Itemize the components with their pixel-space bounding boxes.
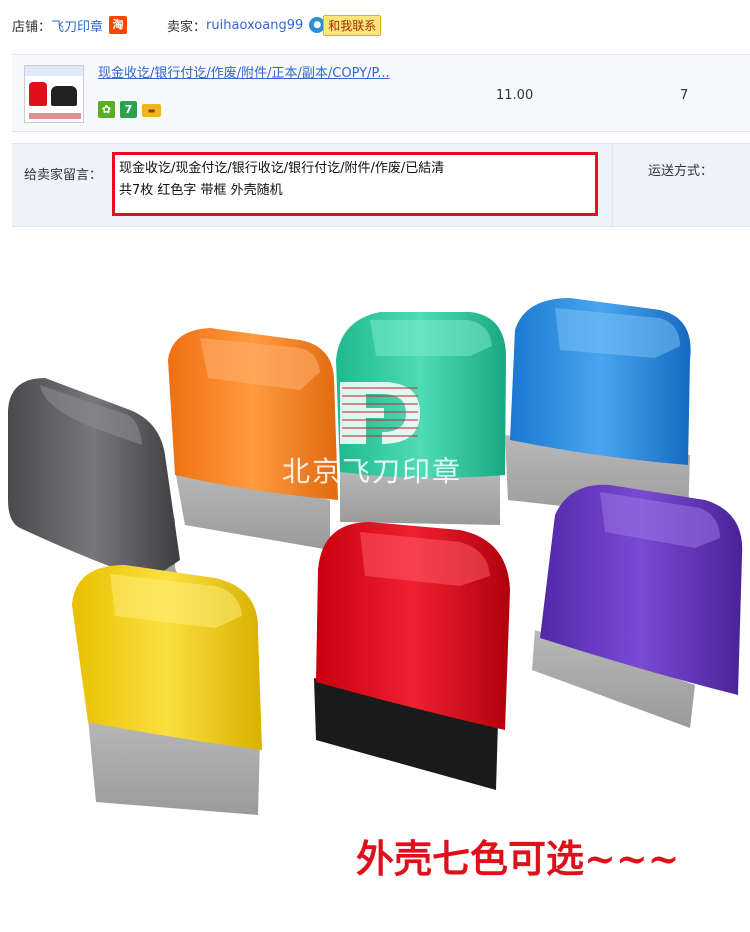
message-line-2: 共7枚 红色字 带框 外壳随机 xyxy=(119,183,283,198)
thumbnail-header xyxy=(25,66,83,76)
seller-message-row: 给卖家留言： 现金收讫/现金付讫/银行收讫/银行付讫/附件/作废/已結清 共7枚… xyxy=(12,143,750,228)
message-label: 给卖家留言： xyxy=(24,168,103,183)
contact-seller-button[interactable]: ● 和我联系 xyxy=(309,14,382,36)
thumbnail-caption xyxy=(29,113,81,119)
red-stamp xyxy=(314,522,510,790)
item-price: 11.00 xyxy=(496,88,534,103)
seller-name-link[interactable]: ruihaoxoang99 xyxy=(206,18,303,33)
orange-stamp xyxy=(168,328,338,550)
item-quantity: 7 xyxy=(680,88,689,103)
shop-header: 店铺： 飞刀印章 淘 卖家： ruihaoxoang99 ● 和我联系 xyxy=(0,0,750,50)
seven-day-return-icon[interactable]: 7 xyxy=(120,101,137,118)
message-box: 现金收讫/现金付讫/银行收讫/银行付讫/附件/作废/已結清 共7枚 红色字 带框… xyxy=(112,152,598,216)
item-thumbnail[interactable] xyxy=(24,65,84,123)
message-line-1: 现金收讫/现金付讫/银行收讫/银行付讫/附件/作废/已結清 xyxy=(119,161,445,176)
product-caption: 外壳七色可选~~~ xyxy=(356,836,680,881)
watermark-text: 北京飞刀印章 xyxy=(282,455,463,488)
thumbnail-red-stamp xyxy=(29,82,47,106)
credit-card-icon[interactable]: ▬ xyxy=(142,104,161,117)
divider xyxy=(612,144,613,228)
seller-label: 卖家： xyxy=(167,19,207,35)
taobao-badge-icon[interactable]: 淘 xyxy=(109,16,128,34)
item-title-link[interactable]: 现金收讫/银行付讫/作废/附件/正本/副本/COPY/P... xyxy=(98,62,390,81)
service-icons: ✿ 7 ▬ xyxy=(98,101,161,118)
green-guarantee-icon[interactable]: ✿ xyxy=(98,101,115,118)
contact-seller-label: 和我联系 xyxy=(323,14,382,36)
order-item-row: 现金收讫/银行付讫/作废/附件/正本/副本/COPY/P... ✿ 7 ▬ 11… xyxy=(12,54,750,132)
yellow-stamp xyxy=(72,565,262,815)
gray-stamp xyxy=(8,378,185,590)
shop-label: 店铺： xyxy=(12,19,52,35)
shipping-method-label: 运送方式： xyxy=(648,164,714,179)
thumbnail-black-stamp xyxy=(51,86,77,106)
shop-name-link[interactable]: 飞刀印章 xyxy=(51,16,103,35)
purple-stamp xyxy=(532,484,743,728)
